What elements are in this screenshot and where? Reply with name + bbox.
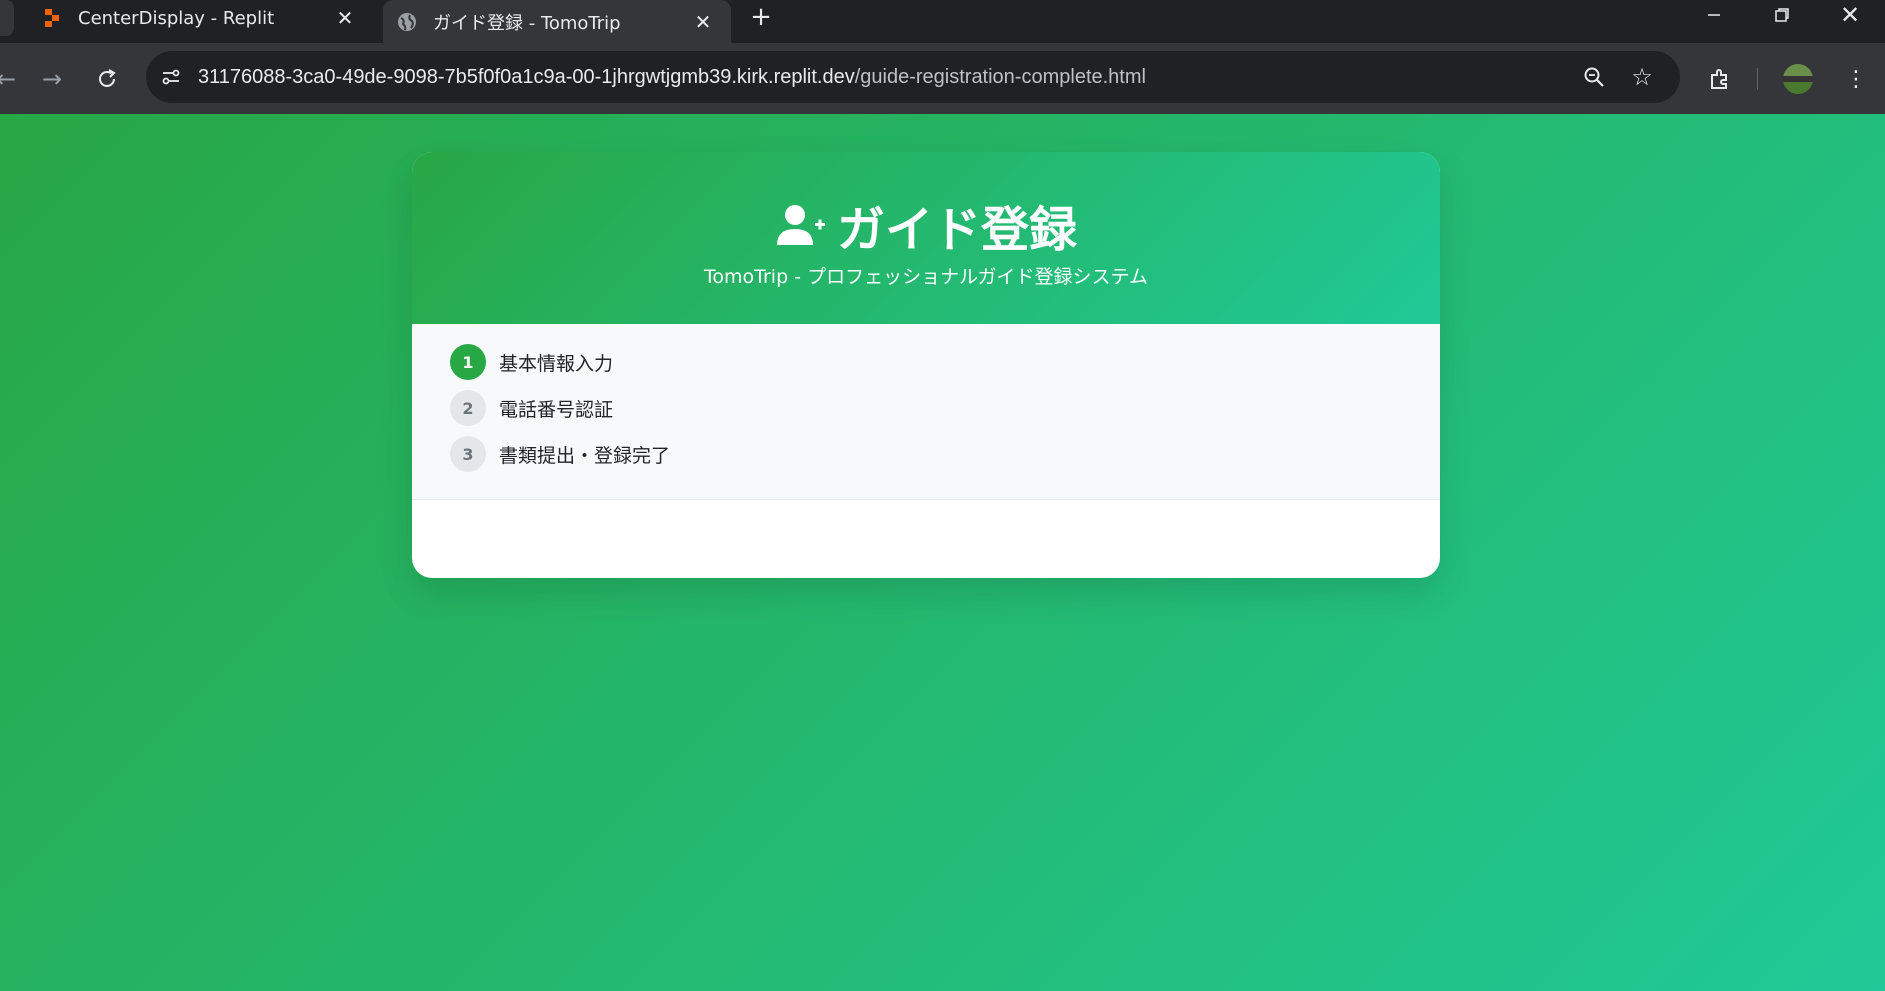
avatar [1783,64,1813,94]
toolbar-divider [1757,68,1758,90]
page-viewport: ガイド登録 TomoTrip - プロフェッショナルガイド登録システム 1 基本… [0,114,1885,991]
step-number: 2 [450,390,486,426]
step-number: 3 [450,436,486,472]
back-arrow-icon[interactable]: ← [0,61,24,97]
previous-tab-edge[interactable] [0,0,14,36]
step-number: 1 [450,344,486,380]
url-text: 31176088-3ca0-49de-9098-7b5f0f0a1c9a-00-… [198,66,1146,89]
page-title: ガイド登録 [836,202,1077,258]
tab-centerdisplay[interactable]: CenterDisplay - Replit ✕ [28,0,373,36]
tab-title: CenterDisplay - Replit [78,7,275,29]
page-title-row: ガイド登録 [412,190,1440,260]
tab-title: ガイド登録 - TomoTrip [433,12,621,34]
new-tab-button[interactable]: + [746,2,776,32]
close-window-icon[interactable]: ✕ [1822,0,1878,30]
bookmark-star-icon[interactable]: ☆ [1626,61,1658,93]
tab-strip: CenterDisplay - Replit ✕ ガイド登録 - TomoTri… [0,0,1885,43]
profile-avatar[interactable] [1780,61,1816,97]
step-label: 電話番号認証 [499,398,614,421]
page-subtitle: TomoTrip - プロフェッショナルガイド登録システム [704,266,1148,288]
close-tab-icon[interactable]: ✕ [689,8,717,36]
forward-arrow-icon[interactable]: → [34,61,70,97]
replit-icon [42,8,62,28]
zoom-icon[interactable] [1578,61,1610,93]
url-host: 31176088-3ca0-49de-9098-7b5f0f0a1c9a-00-… [198,65,855,88]
tab-guide-registration[interactable]: ガイド登録 - TomoTrip ✕ [383,0,731,43]
restore-icon[interactable] [1754,0,1810,30]
step-item: 2 電話番号認証 [450,390,1440,426]
browser-toolbar: ← → 31176088-3ca0-49de-9098-7b5f0f0a1c9a… [0,43,1885,114]
site-settings-icon[interactable] [154,60,188,94]
user-plus-icon [776,205,825,245]
step-label: 基本情報入力 [499,352,614,375]
minimize-icon[interactable] [1686,0,1742,30]
card-header: ガイド登録 TomoTrip - プロフェッショナルガイド登録システム [412,152,1440,324]
url-path: /guide-registration-complete.html [854,65,1146,88]
extensions-puzzle-icon[interactable] [1702,61,1738,97]
close-tab-icon[interactable]: ✕ [331,4,359,32]
globe-icon [397,12,417,32]
step-label: 書類提出・登録完了 [499,444,671,467]
step-indicator: 1 基本情報入力 2 電話番号認証 3 書類提出・登録完了 [412,324,1440,500]
step-item: 3 書類提出・登録完了 [450,436,1440,472]
address-bar[interactable]: 31176088-3ca0-49de-9098-7b5f0f0a1c9a-00-… [146,51,1680,103]
more-menu-icon[interactable]: ⋮ [1838,61,1874,97]
reload-icon[interactable] [89,61,125,97]
registration-card: ガイド登録 TomoTrip - プロフェッショナルガイド登録システム 1 基本… [412,152,1440,578]
step-item: 1 基本情報入力 [450,344,1440,380]
